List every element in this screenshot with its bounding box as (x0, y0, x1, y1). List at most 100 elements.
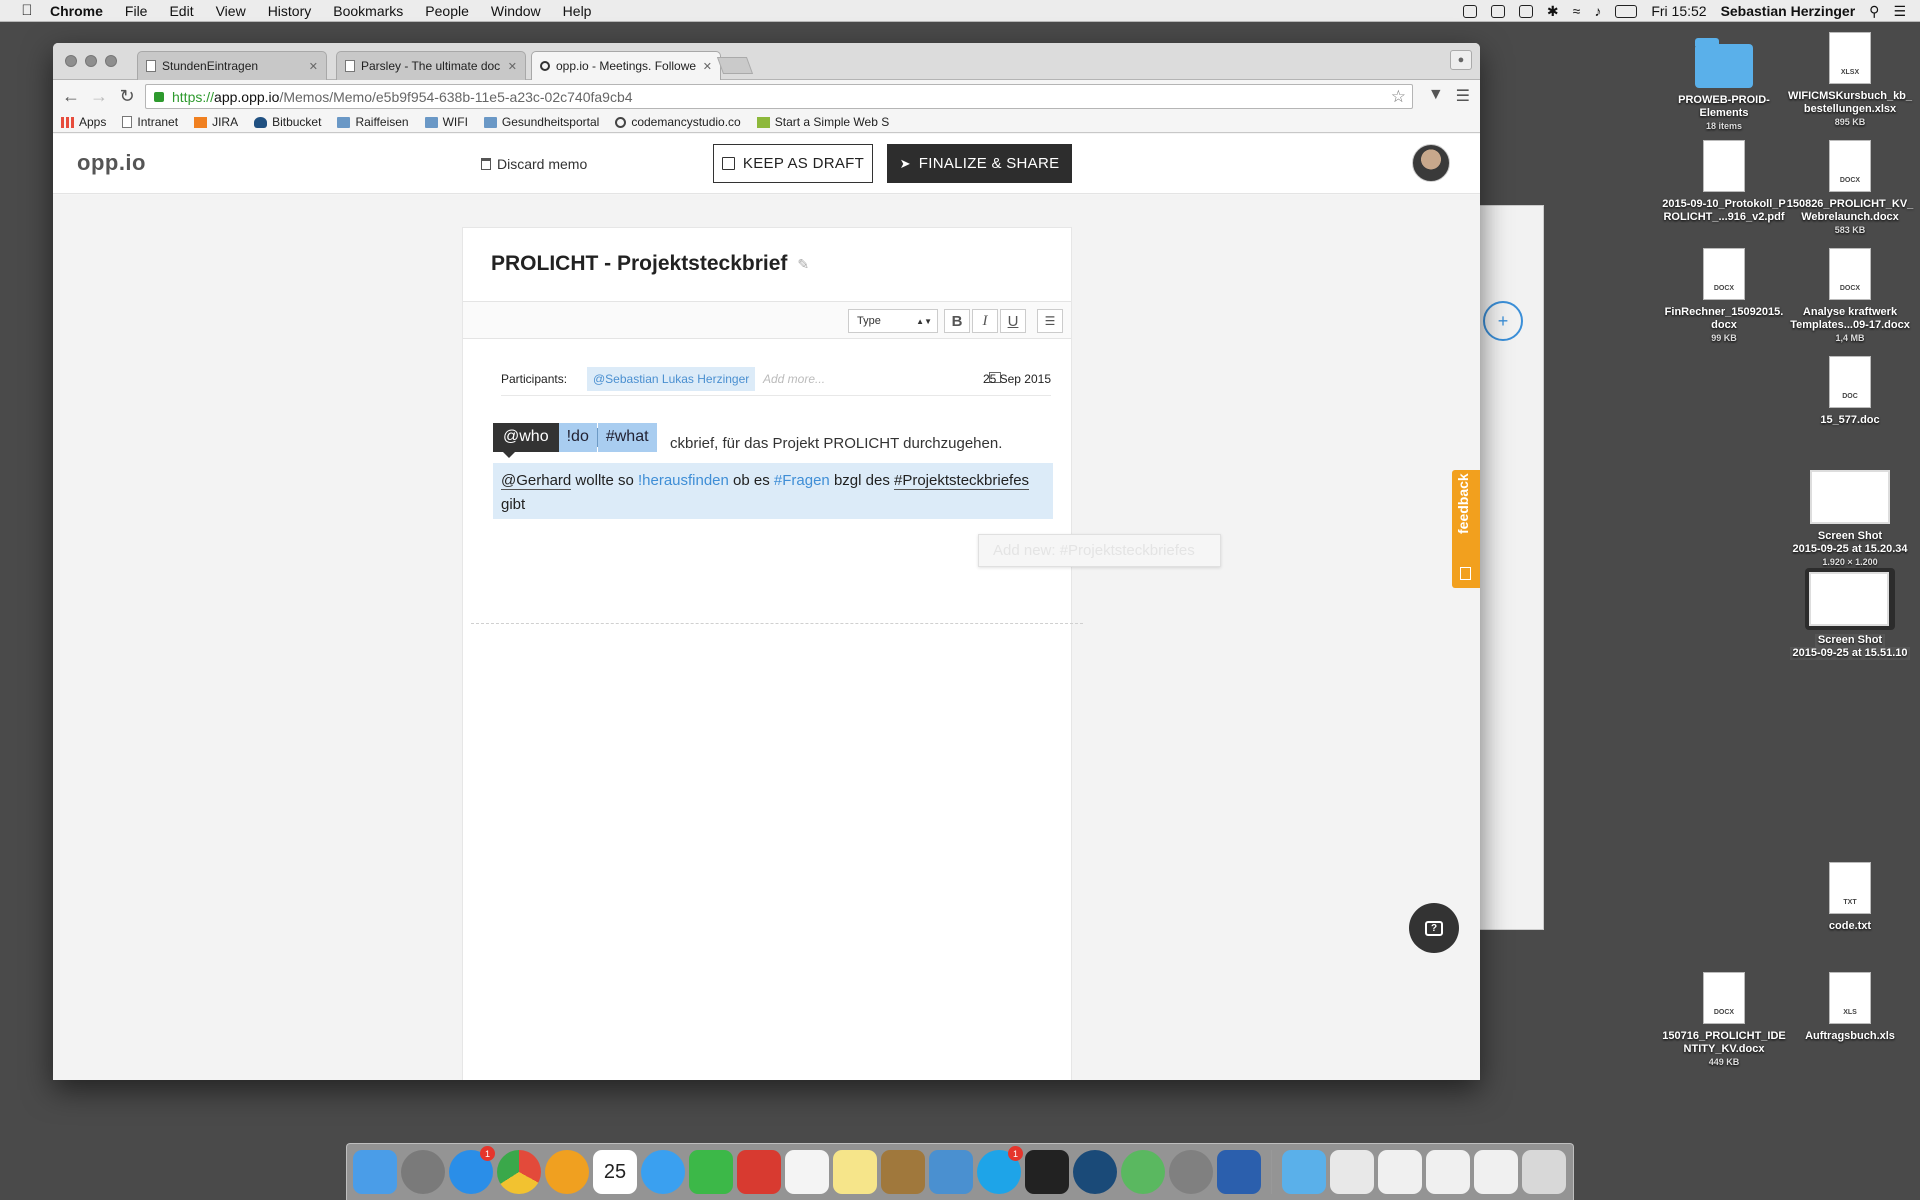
messages-icon[interactable] (641, 1150, 685, 1194)
bluetooth-icon[interactable]: ✱ (1547, 3, 1559, 20)
desktop-icon-docx-3[interactable]: DOCX Analyse kraftwerk Templates...09-17… (1785, 248, 1915, 345)
launchpad-icon[interactable] (401, 1150, 445, 1194)
list-button[interactable]: ☰ (1037, 309, 1063, 333)
desktop-icon-folder[interactable]: PROWEB-PROID- Elements 18 items (1659, 36, 1789, 133)
memo-date[interactable]: 25 Sep 2015 (983, 372, 1051, 386)
keep-as-draft-button[interactable]: KEEP AS DRAFT (713, 144, 873, 183)
terminal-icon[interactable] (1025, 1150, 1069, 1194)
minimized-window-icon-3[interactable] (1474, 1150, 1518, 1194)
italic-button[interactable]: I (972, 309, 998, 333)
zoom-window-button[interactable] (105, 55, 117, 67)
bookmark-intranet[interactable]: Intranet (122, 115, 178, 129)
desktop-icon-xlsx[interactable]: XLSX WIFICMSKursbuch_kb_ bestellungen.xl… (1785, 32, 1915, 129)
wifi-icon[interactable]: ≈ (1573, 3, 1581, 19)
bold-button[interactable]: B (944, 309, 970, 333)
todo-tag[interactable]: !herausfinden (638, 472, 729, 489)
clock[interactable]: Fri 15:52 (1651, 3, 1706, 19)
bookmark-gesundheitsportal[interactable]: Gesundheitsportal (483, 115, 599, 129)
menu-file[interactable]: File (125, 3, 148, 19)
menu-people[interactable]: People (425, 3, 469, 19)
tab-parsley[interactable]: Parsley - The ultimate doc ✕ (336, 51, 526, 80)
calendar-icon[interactable]: 25 (593, 1150, 637, 1194)
feedback-tab[interactable]: feedback (1452, 470, 1480, 588)
desktop-icon-pdf[interactable]: 2015-09-10_Protokoll_P ROLICHT_...916_v2… (1659, 140, 1789, 224)
topic-tag-new[interactable]: #Projektsteckbriefes (894, 472, 1030, 490)
memo-text-line[interactable]: ckbrief, für das Projekt PROLICHT durchz… (670, 435, 1002, 452)
tab-stundeneintragen[interactable]: StundenEintragen ✕ (137, 51, 327, 80)
type-select[interactable]: Type ▲▼ (848, 309, 938, 333)
word-icon[interactable] (1217, 1150, 1261, 1194)
desktop-icon-docx-4[interactable]: DOCX 150716_PROLICHT_IDE NTITY_KV.docx 4… (1659, 972, 1789, 1069)
wunderlist-icon[interactable] (737, 1150, 781, 1194)
minimize-window-button[interactable] (85, 55, 97, 67)
sourcetree-icon[interactable] (1073, 1150, 1117, 1194)
desktop-icon-docx[interactable]: DOCX 150826_PROLICHT_KV_ Webrelaunch.doc… (1785, 140, 1915, 237)
do-option[interactable]: !do (558, 423, 597, 452)
bookmark-bitbucket[interactable]: Bitbucket (254, 115, 321, 129)
bookmark-star-icon[interactable]: ☆ (1391, 87, 1406, 107)
app-store-icon[interactable]: 1 (449, 1146, 495, 1194)
discard-memo-button[interactable]: Discard memo (481, 156, 587, 172)
opera-icon[interactable] (545, 1150, 589, 1194)
desktop-icon-xls[interactable]: XLS Auftragsbuch.xls (1785, 972, 1915, 1043)
apple-menu-icon[interactable]:  (18, 2, 36, 20)
bookmark-simple-web[interactable]: Start a Simple Web S (756, 115, 889, 129)
desktop-icon-screenshot[interactable]: Screen Shot 2015-09-25 at 15.20.34 1.920… (1785, 470, 1915, 569)
minimized-window-icon-2[interactable] (1426, 1150, 1470, 1194)
chrome-icon[interactable] (497, 1150, 541, 1194)
bookmark-codemancy[interactable]: codemancystudio.co (615, 115, 741, 129)
close-tab-icon[interactable]: ✕ (703, 60, 712, 73)
avatar[interactable] (1412, 144, 1450, 182)
oppio-logo[interactable]: opp.io (77, 150, 146, 176)
bookmark-wifi[interactable]: WIFI (424, 115, 468, 129)
finder-icon[interactable] (353, 1150, 397, 1194)
desktop-icon-txt[interactable]: TXT code.txt (1785, 862, 1915, 933)
menu-edit[interactable]: Edit (169, 3, 193, 19)
address-bar[interactable]: https://app.opp.io/Memos/Memo/e5b9f954-6… (145, 84, 1413, 109)
memo-paragraph-selected[interactable]: @Gerhard wollte so !herausfinden ob es #… (493, 463, 1053, 519)
desktop-icon-docx-2[interactable]: DOCX FinRechner_15092015. docx 99 KB (1659, 248, 1789, 345)
contacts-icon[interactable] (881, 1150, 925, 1194)
back-arrow-icon[interactable]: ← (57, 82, 85, 110)
desktop-icon-screenshot-selected[interactable]: Screen Shot 2015-09-25 at 15.51.10 (1785, 568, 1915, 660)
close-window-button[interactable] (65, 55, 77, 67)
profile-icon[interactable]: ● (1450, 50, 1472, 70)
status-app-icon-2[interactable] (1490, 4, 1505, 18)
spotlight-icon[interactable]: ⚲ (1869, 3, 1879, 20)
system-preferences-icon[interactable] (1169, 1150, 1213, 1194)
participant-chip[interactable]: @Sebastian Lukas Herzinger (587, 367, 756, 391)
menu-view[interactable]: View (216, 3, 246, 19)
user-name[interactable]: Sebastian Herzinger (1721, 3, 1856, 19)
topic-tag[interactable]: #Fragen (774, 472, 830, 489)
chrome-menu-icon[interactable]: ☰ (1456, 86, 1470, 106)
tweetbot-icon[interactable] (929, 1150, 973, 1194)
trash-icon[interactable] (1522, 1150, 1566, 1194)
close-tab-icon[interactable]: ✕ (309, 60, 318, 73)
menu-history[interactable]: History (268, 3, 312, 19)
tab-oppio[interactable]: opp.io - Meetings. Followe ✕ (531, 51, 721, 80)
add-participant-input[interactable]: Add more... (763, 372, 825, 386)
add-user-icon[interactable]: + (1483, 301, 1523, 341)
battery-icon[interactable] (1615, 4, 1638, 18)
volume-icon[interactable]: ♪ (1594, 3, 1601, 19)
bookmark-jira[interactable]: JIRA (194, 115, 238, 129)
bookmark-apps[interactable]: Apps (61, 115, 106, 129)
pocket-icon[interactable]: ▼ (1428, 86, 1444, 106)
reload-icon[interactable]: ↻ (113, 82, 141, 110)
facetime-icon[interactable] (689, 1150, 733, 1194)
status-app-icon[interactable] (1462, 4, 1477, 18)
menu-window[interactable]: Window (491, 3, 541, 19)
help-button[interactable]: ? (1409, 903, 1459, 953)
status-app-icon-3[interactable] (1518, 4, 1533, 18)
finalize-share-button[interactable]: ➤ FINALIZE & SHARE (887, 144, 1072, 183)
mention-tag[interactable]: @Gerhard (501, 472, 572, 490)
tag-suggestion-popup[interactable]: Add new: #Projektsteckbriefes (978, 534, 1221, 567)
menu-app-chrome[interactable]: Chrome (50, 3, 103, 19)
forward-arrow-icon[interactable]: → (85, 82, 113, 110)
reminders-icon[interactable] (785, 1150, 829, 1194)
notes-icon[interactable] (833, 1150, 877, 1194)
menu-help[interactable]: Help (563, 3, 592, 19)
memo-title[interactable]: PROLICHT - Projektsteckbrief ✎ (491, 252, 809, 276)
minimized-window-icon[interactable] (1378, 1150, 1422, 1194)
desktop-icon-doc[interactable]: DOC 15_577.doc (1785, 356, 1915, 427)
